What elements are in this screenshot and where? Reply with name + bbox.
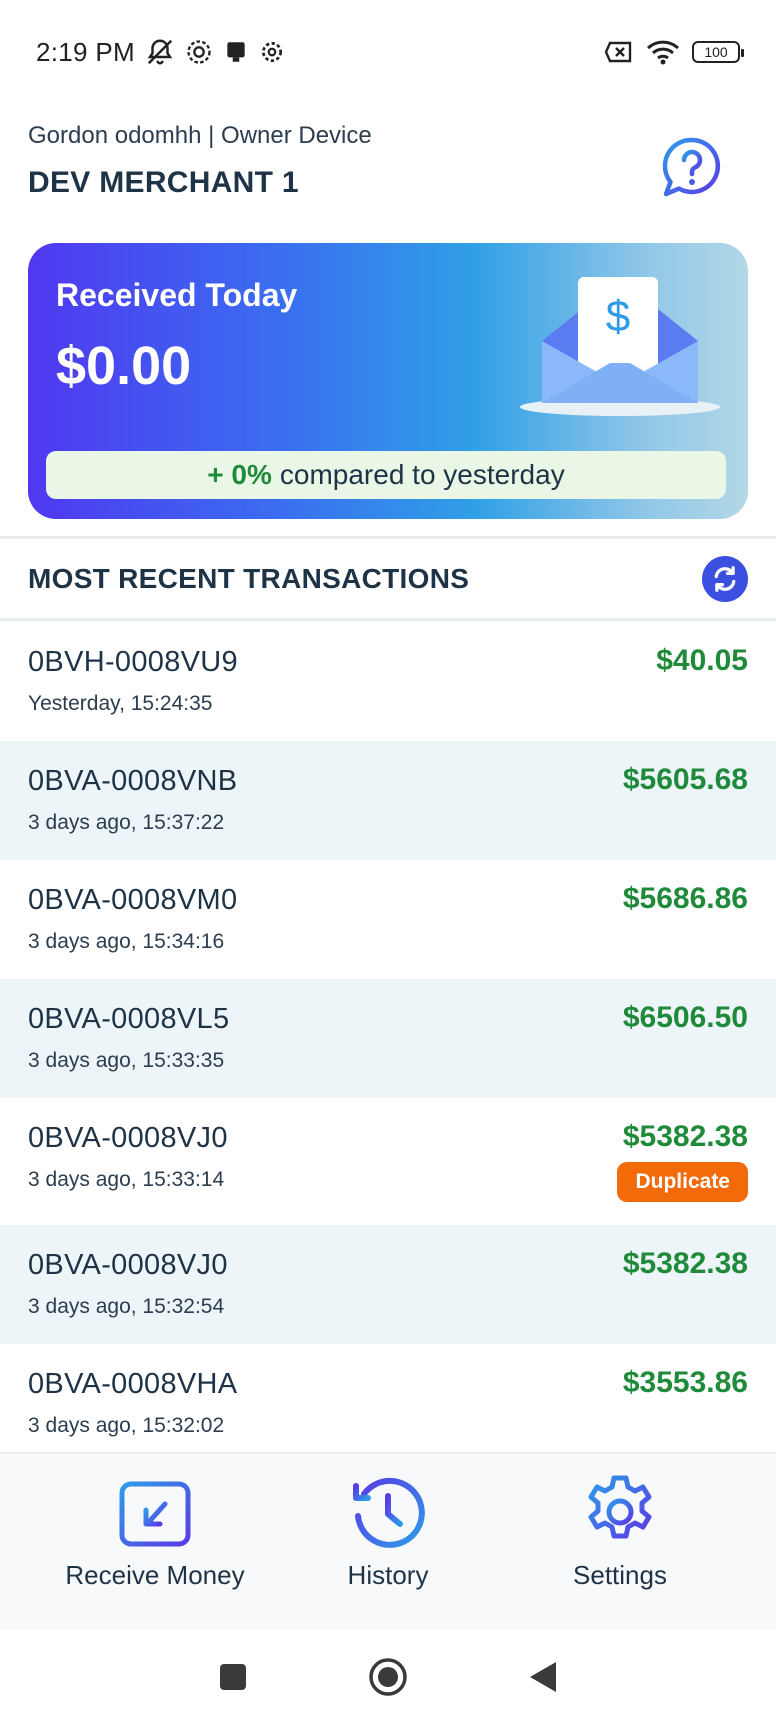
status-time: 2:19 PM [36,36,135,67]
help-chat-icon[interactable] [660,136,724,200]
bell-muted-icon [147,39,173,65]
transaction-row[interactable]: 0BVA-0008VM0 3 days ago, 15:34:16 $5686.… [0,860,776,979]
money-envelope-illustration: $ [520,277,720,416]
transaction-time: 3 days ago, 15:33:35 [28,1049,225,1072]
transaction-amount: $5686.86 [622,882,748,915]
transaction-time: 3 days ago, 15:33:14 [28,1168,225,1191]
transaction-id: 0BVA-0008VNB [28,765,238,797]
transaction-id: 0BVA-0008VJ0 [28,1122,228,1154]
nav-receive-money[interactable]: Receive Money [35,1472,275,1591]
duplicate-badge: Duplicate [617,1162,748,1202]
transaction-id: 0BVH-0008VU9 [28,646,238,678]
transaction-row[interactable]: 0BVA-0008VJ0 3 days ago, 15:33:14 $5382.… [0,1098,776,1225]
bottom-navigation: Receive Money History Settings [0,1452,776,1630]
section-divider-top [0,536,776,539]
transaction-id: 0BVA-0008VL5 [28,1003,230,1035]
history-icon [353,1477,425,1548]
refresh-icon [714,566,736,592]
transaction-row[interactable]: 0BVA-0008VL5 3 days ago, 15:33:35 $6506.… [0,979,776,1098]
transaction-row[interactable]: 0BVA-0008VNB 3 days ago, 15:37:22 $5605.… [0,741,776,860]
transaction-amount: $5605.68 [622,763,748,796]
transaction-row[interactable]: 0BVA-0008VJ0 3 days ago, 15:32:54 $5382.… [0,1225,776,1344]
transaction-time: 3 days ago, 15:32:02 [28,1414,225,1437]
wifi-icon [646,40,680,65]
transaction-time: Yesterday, 15:24:35 [28,692,213,715]
transaction-row[interactable]: 0BVA-0008VHA 3 days ago, 15:32:02 $3553.… [0,1344,776,1452]
status-icons-left [145,37,285,67]
transaction-amount: $6506.50 [622,1001,748,1034]
received-today-card: Received Today $0.00 $ + 0% compared to … [28,243,748,519]
receive-money-icon [119,1477,191,1547]
refresh-button[interactable] [702,556,748,602]
transaction-time: 3 days ago, 15:37:22 [28,811,225,834]
transaction-time: 3 days ago, 15:32:54 [28,1295,225,1318]
settings-cog-icon [187,40,211,64]
compare-percent: + 0% [207,459,272,490]
nav-label-history: History [347,1560,429,1590]
status-icons-right: 100 [604,39,744,65]
transaction-amount: $40.05 [656,644,748,677]
transaction-amount: $5382.38 [622,1120,748,1153]
transaction-amount: $3553.86 [622,1366,748,1399]
recent-transactions-header: MOST RECENT TRANSACTIONS [28,540,748,618]
nav-history[interactable]: History [268,1472,508,1591]
compare-text: compared to yesterday [279,459,565,490]
transaction-id: 0BVA-0008VJ0 [28,1249,228,1281]
merchant-name: DEV MERCHANT 1 [28,166,299,199]
section-divider-bottom [0,618,776,621]
back-button[interactable] [528,1660,558,1694]
received-today-title: Received Today [56,277,298,313]
gear-icon [261,41,282,63]
notification-icon [227,42,245,62]
compare-bar: + 0% compared to yesterday [46,451,726,499]
user-device-label: Gordon odomhh | Owner Device [28,122,372,149]
transaction-id: 0BVA-0008VM0 [28,884,238,916]
transaction-list[interactable]: 0BVH-0008VU9 Yesterday, 15:24:35 $40.05 … [0,622,776,1452]
section-title: MOST RECENT TRANSACTIONS [28,563,470,594]
app-screen: 2:19 PM 100 Gordon odomhh | Owner Device… [0,0,776,1724]
battery-icon: 100 [692,41,744,63]
nav-label-receive-money: Receive Money [65,1560,245,1590]
transaction-time: 3 days ago, 15:34:16 [28,930,225,953]
recents-button[interactable] [218,1662,248,1692]
home-button[interactable] [368,1657,408,1697]
transaction-amount: $5382.38 [622,1247,748,1280]
system-navigation-bar [0,1630,776,1724]
transaction-id: 0BVA-0008VHA [28,1368,238,1400]
merchant-header: Gordon odomhh | Owner Device DEV MERCHAN… [28,122,748,212]
nav-label-settings: Settings [573,1560,667,1590]
transaction-row[interactable]: 0BVH-0008VU9 Yesterday, 15:24:35 $40.05 [0,622,776,741]
received-today-amount: $0.00 [56,336,192,396]
settings-icon [588,1475,652,1539]
svg-text:$: $ [606,292,630,341]
status-bar: 2:19 PM 100 [0,0,776,104]
sim-off-icon [604,41,632,63]
nav-settings[interactable]: Settings [500,1472,740,1591]
